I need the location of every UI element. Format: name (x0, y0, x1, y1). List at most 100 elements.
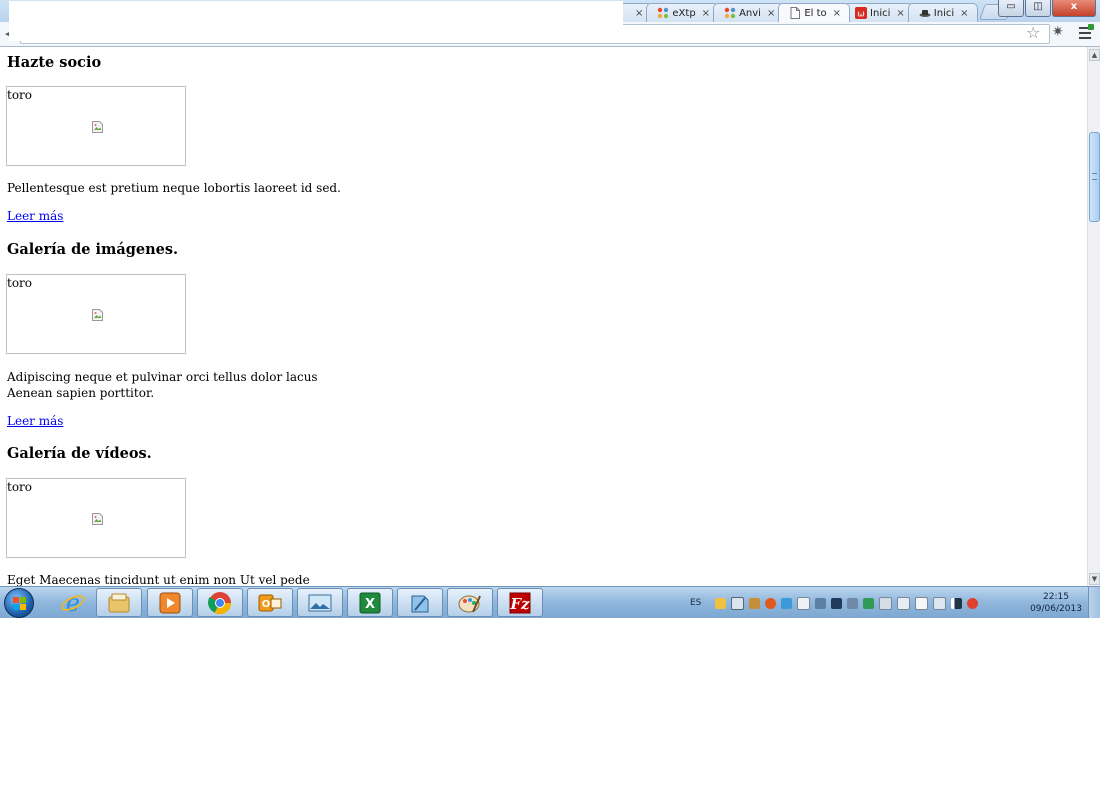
outlook-icon[interactable]: O (247, 588, 293, 617)
tab-5[interactable]: ω Inici × (844, 3, 914, 22)
image-alt-text: toro (7, 276, 33, 290)
page-icon (789, 7, 801, 19)
start-button[interactable] (4, 588, 34, 618)
screen: × eXtp × Anvi × El to × ω Inici × Inici … (0, 0, 1100, 805)
notepad-icon[interactable] (397, 588, 443, 617)
clock[interactable]: 22:15 09/06/2013 (1030, 591, 1082, 615)
monitor-icon[interactable] (831, 597, 843, 609)
tab-close-icon[interactable]: × (960, 8, 968, 19)
menu-icon[interactable] (1078, 24, 1094, 40)
article-galeria-videos: Galería de vídeos. (7, 445, 152, 462)
broken-image-icon (92, 309, 103, 321)
tab-close-icon[interactable]: × (767, 8, 775, 19)
tab-4-active[interactable]: El to × (778, 3, 851, 22)
article-image: toro (6, 86, 186, 166)
article-hazte-socio: Hazte socio (7, 54, 101, 71)
tab-title: eXtp (672, 7, 696, 19)
tab-close-icon[interactable]: × (896, 8, 904, 19)
scroll-up-arrow-icon[interactable]: ▲ (1089, 49, 1100, 61)
show-desktop-button[interactable] (1088, 587, 1100, 618)
media-player-icon[interactable] (147, 588, 193, 617)
article-description: Eget Maecenas tincidunt ut enim non Ut v… (7, 572, 310, 586)
svg-text:Fz: Fz (509, 595, 530, 613)
svg-text:e: e (66, 590, 80, 616)
read-more-link[interactable]: Leer más (7, 414, 63, 428)
window-controls: ▭ ◫ x (998, 0, 1096, 17)
maximize-button[interactable]: ◫ (1025, 0, 1051, 17)
article-heading: Galería de vídeos. (7, 445, 152, 462)
tab-close-icon[interactable]: × (635, 8, 643, 19)
language-indicator[interactable]: ES (690, 598, 701, 608)
tab-title: Inici (933, 7, 955, 19)
tab-strip: × eXtp × Anvi × El to × ω Inici × Inici … (618, 1, 1013, 22)
tab-title: El to (804, 7, 827, 19)
hat-icon (919, 7, 931, 19)
sync-icon[interactable] (863, 597, 875, 609)
windows-explorer-icon[interactable] (96, 588, 142, 617)
description-line: Eget Maecenas tincidunt ut enim non Ut v… (7, 573, 310, 586)
article-heading: Galería de imágenes. (7, 241, 179, 258)
description-line: Aenean sapien porttitor. (7, 386, 155, 400)
scroll-down-arrow-icon[interactable]: ▼ (1089, 573, 1100, 585)
tab-3[interactable]: Anvi × (713, 3, 785, 22)
svg-text:O: O (262, 599, 271, 610)
network-gear-icon[interactable] (815, 597, 827, 609)
tab-title: Inici (870, 7, 891, 19)
article-heading: Hazte socio (7, 54, 102, 71)
volume-icon[interactable] (847, 597, 859, 609)
update-icon[interactable] (781, 597, 793, 609)
close-button[interactable]: x (1052, 0, 1096, 17)
minimize-button[interactable]: ▭ (998, 0, 1024, 17)
tray-window-icon[interactable] (797, 596, 811, 610)
vertical-scrollbar[interactable]: ▲ ▼ (1087, 47, 1100, 586)
article-image: toro (6, 274, 186, 354)
tab-6[interactable]: Inici × (907, 3, 978, 22)
excel-icon[interactable]: X (347, 588, 393, 617)
blocked-icon[interactable] (967, 597, 979, 609)
tray-app-icon[interactable] (749, 597, 761, 609)
internet-explorer-icon[interactable]: e (50, 588, 96, 617)
broken-image-icon (92, 513, 103, 525)
article-image: toro (6, 478, 186, 558)
clock-time: 22:15 (1043, 592, 1069, 602)
joomla-icon (657, 7, 669, 19)
chrome-icon[interactable] (197, 588, 243, 617)
tab-close-icon[interactable]: × (702, 8, 710, 19)
network-folder-icon[interactable] (731, 596, 745, 610)
joomla-icon (724, 7, 736, 19)
image-alt-text: toro (7, 88, 33, 102)
display-icon[interactable] (879, 596, 893, 610)
redacted-area (9, 1, 623, 41)
mail-icon[interactable] (715, 597, 727, 609)
flag-icon[interactable] (915, 596, 929, 610)
taskbar: e O X Fz ES 22:15 09/06/2013 (0, 586, 1100, 618)
article-description: Adipiscing neque et pulvinar orci tellus… (7, 369, 318, 401)
svg-text:ω: ω (857, 10, 865, 20)
system-tray: ES (690, 587, 983, 619)
read-more-link[interactable]: Leer más (7, 209, 63, 223)
article-galeria-imagenes: Galería de imágenes. (7, 241, 178, 258)
alert-icon[interactable] (765, 597, 777, 609)
photo-viewer-icon[interactable] (297, 588, 343, 617)
tab-close-icon[interactable]: × (833, 8, 841, 19)
paint-icon[interactable] (447, 588, 493, 617)
wu-icon: ω (855, 7, 868, 20)
tray-note-icon[interactable] (897, 596, 911, 610)
article-description: Pellentesque est pretium neque lobortis … (7, 180, 341, 196)
battery-icon[interactable] (933, 596, 947, 610)
scroll-thumb[interactable] (1089, 132, 1100, 222)
svg-text:X: X (365, 597, 375, 612)
filezilla-icon[interactable]: Fz (497, 588, 543, 617)
signal-icon[interactable] (951, 597, 963, 609)
tab-title: Anvi (739, 7, 761, 19)
broken-image-icon (92, 121, 103, 133)
bookmark-star-icon[interactable]: ☆ (1026, 23, 1040, 42)
tab-2[interactable]: eXtp × (646, 3, 720, 22)
description-line: Pellentesque est pretium neque lobortis … (7, 181, 341, 195)
extension-icon[interactable]: ✷ (1052, 24, 1064, 40)
page-content: Hazte socio toro Pellentesque est pretiu… (0, 47, 1087, 586)
windows-logo-icon (13, 597, 26, 610)
image-alt-text: toro (7, 480, 33, 494)
clock-date: 09/06/2013 (1030, 604, 1082, 614)
description-line: Adipiscing neque et pulvinar orci tellus… (7, 370, 318, 384)
